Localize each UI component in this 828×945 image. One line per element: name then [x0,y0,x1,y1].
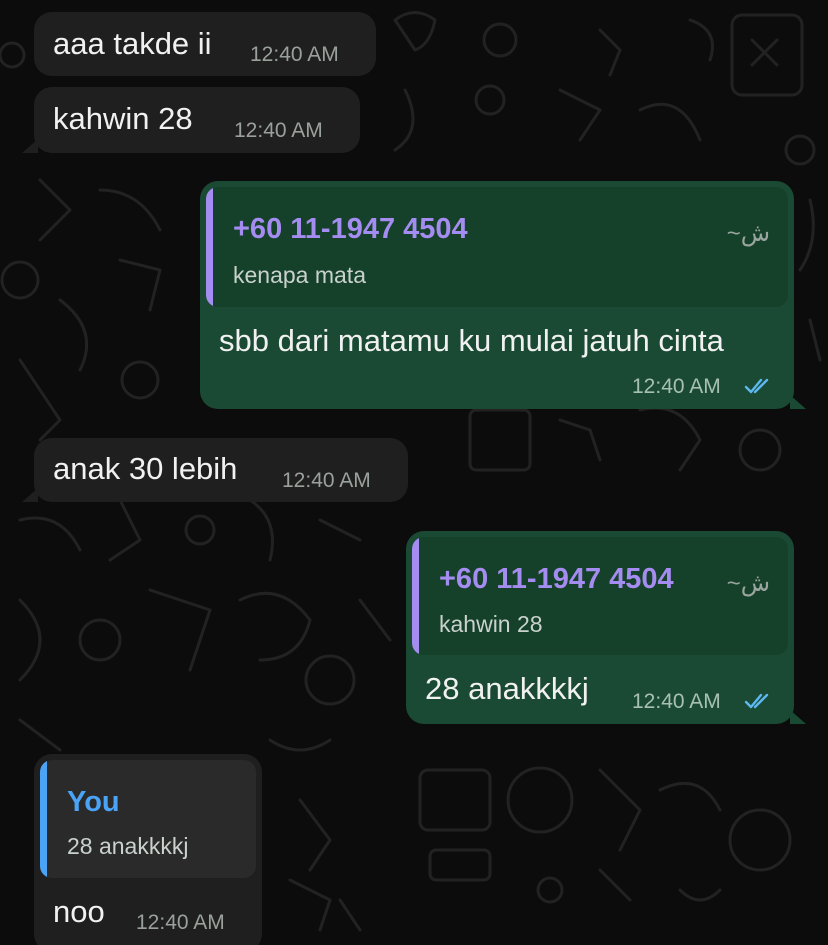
quoted-sender-name: You [67,786,120,818]
message-time: 12:40 AM [136,911,225,934]
quote-accent-bar [206,187,213,307]
bubble-tail [790,710,806,724]
message-text: kahwin 28 [53,101,193,136]
message-time: 12:40 AM [632,690,721,713]
bubble-tail [22,139,38,153]
bubble-tail [790,395,806,409]
quoted-message[interactable]: You 28 anakkkkj [40,760,256,878]
quoted-sender-alias: ~ش [726,570,770,597]
message-text: anak 30 lebih [53,451,238,486]
message-bubble-incoming[interactable]: You 28 anakkkkj noo 12:40 AM [34,754,262,945]
message-text: noo [53,894,105,929]
message-bubble-incoming[interactable]: anak 30 lebih 12:40 AM [34,438,408,502]
quote-accent-bar [412,537,419,655]
message-time: 12:40 AM [250,43,339,66]
quoted-sender-name: +60 11-1947 4504 [233,213,468,245]
quoted-text: 28 anakkkkj [67,833,189,859]
message-bubble-incoming[interactable]: kahwin 28 12:40 AM [34,87,360,153]
bubble-tail [22,488,38,502]
message-time: 12:40 AM [632,375,721,398]
double-check-read-icon [744,378,769,394]
quoted-sender-name: +60 11-1947 4504 [439,563,674,595]
message-bubble-incoming[interactable]: aaa takde ii 12:40 AM [34,12,376,76]
message-bubble-outgoing[interactable]: +60 11-1947 4504 ~ش kenapa mata sbb dari… [200,181,794,409]
chat-view[interactable]: aaa takde ii 12:40 AM kahwin 28 12:40 AM… [0,0,828,945]
message-text: sbb dari matamu ku mulai jatuh cinta [219,323,724,358]
double-check-read-icon [744,693,769,709]
message-bubble-outgoing[interactable]: +60 11-1947 4504 ~ش kahwin 28 28 anakkkk… [406,531,794,724]
quoted-text: kenapa mata [233,262,366,288]
message-time: 12:40 AM [234,119,323,142]
quote-accent-bar [40,760,47,878]
message-text: 28 anakkkkj [425,671,589,706]
quoted-text: kahwin 28 [439,611,543,637]
message-text: aaa takde ii [53,26,212,61]
quoted-sender-alias: ~ش [726,220,770,247]
quoted-message[interactable]: +60 11-1947 4504 ~ش kahwin 28 [412,537,788,655]
message-time: 12:40 AM [282,469,371,492]
quoted-message[interactable]: +60 11-1947 4504 ~ش kenapa mata [206,187,788,307]
